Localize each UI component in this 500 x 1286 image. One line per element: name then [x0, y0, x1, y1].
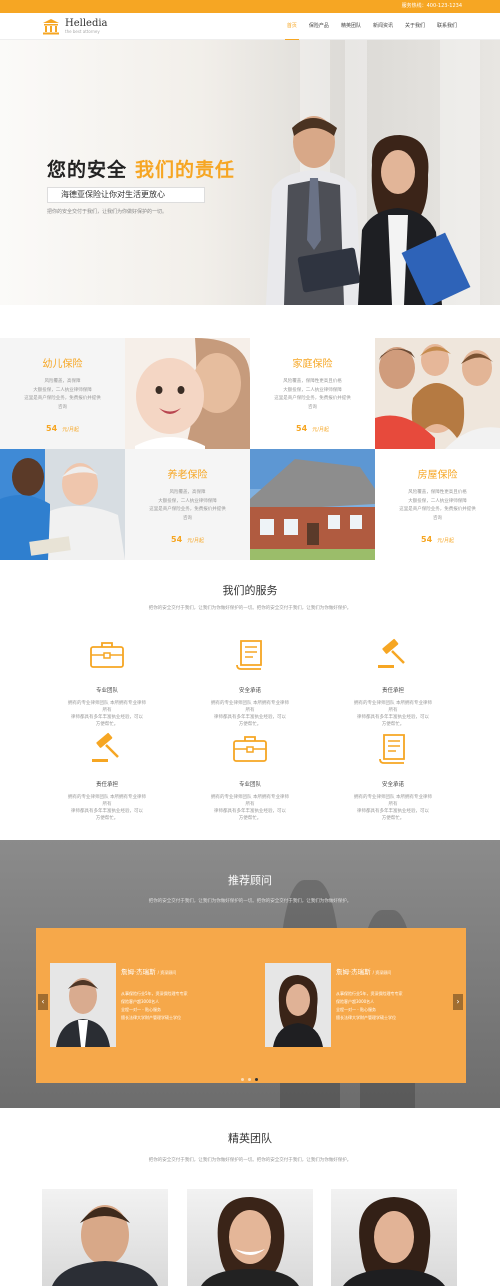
service-item: 责任承担 拥有的专业律师团队 本所拥有专业律师 所有 律师都具有多年丰富执业经验，… — [37, 729, 177, 822]
advisors-section: 推荐顾问 把你的安全交付于我们，让我们为你做好保护的一切。把你的安全交付于我们，… — [0, 840, 500, 1108]
elderly-image — [0, 449, 125, 560]
nav-team[interactable]: 精英团队 — [335, 13, 367, 40]
service-name: 责任承担 — [381, 688, 404, 694]
slider-dot[interactable] — [241, 1078, 244, 1081]
service-desc: 拥有的专业律师团队 本所拥有专业律师 所有 律师都具有多年丰富执业经验，可以 方便帮… — [211, 701, 289, 727]
service-name: 专业团队 — [238, 782, 261, 788]
team-member-photo[interactable] — [331, 1189, 457, 1286]
advisor-name: 詹姆·杰瑞斯 / 资深顾问 — [336, 968, 392, 976]
product-desc: 风险覆盖，高保障 大额投保，二人执业律师保障 这里是商户保险业务，免费报价并提供 咨询 — [24, 379, 101, 410]
house-image — [250, 449, 375, 560]
gavel-icon — [378, 638, 405, 668]
advisor-photo — [50, 963, 116, 1047]
product-price: 54 元/月起 — [171, 535, 204, 544]
gavel-icon — [92, 732, 119, 762]
service-item: 专业团队 拥有的专业律师团队 本所拥有专业律师 所有 律师都具有多年丰富执业经验，… — [180, 729, 320, 822]
service-item: 责任承担 拥有的专业律师团队 本所拥有专业律师 所有 律师都具有多年丰富执业经验，… — [323, 635, 463, 728]
product-grid: 幼儿保险 风险覆盖，高保障 大额投保，二人执业律师保障 这里是商户保险业务，免费报价… — [0, 338, 500, 560]
service-item: 安全承诺 拥有的专业律师团队 本所拥有专业律师 所有 律师都具有多年丰富执业经验，… — [323, 729, 463, 822]
services-desc: 把你的安全交付于我们，让我们为你做好保护的一切。把你的安全交付于我们，让我们为你… — [148, 606, 352, 611]
top-bar: 服务热线：400-123-1234 — [0, 0, 500, 13]
logo-name: Helledia — [65, 18, 108, 29]
hero-title: 您的安全 我们的责任 — [47, 155, 235, 182]
service-desc: 拥有的专业律师团队 本所拥有专业律师 所有 律师都具有多年丰富执业经验，可以 方便帮… — [211, 795, 289, 821]
nav-about[interactable]: 关于我们 — [399, 13, 431, 40]
hero-title-dark: 您的安全 — [47, 159, 128, 181]
service-name: 专业团队 — [95, 688, 118, 694]
slider-prev-button[interactable]: ‹ — [38, 994, 48, 1010]
advisor-photo — [265, 963, 331, 1047]
nav-home[interactable]: 首页 — [281, 13, 303, 40]
product-price: 54 元/月起 — [296, 424, 329, 433]
advisor-name: 詹姆·杰瑞斯 / 资深顾问 — [121, 968, 177, 976]
service-desc: 拥有的专业律师团队 本所拥有专业律师 所有 律师都具有多年丰富执业经验，可以 方便帮… — [68, 701, 146, 727]
team-title: 精英团队 — [228, 1132, 272, 1145]
product-price: 54 元/月起 — [46, 424, 79, 433]
slider-dot-active[interactable] — [255, 1078, 258, 1081]
logo-tagline: the best attorney — [65, 29, 100, 34]
product-desc: 风险覆盖，保障性更高且价格 大额投保，二人执业律师保障 这里是商户保险业务，免费报价… — [399, 490, 476, 521]
family-image — [375, 338, 500, 449]
product-price: 54 元/月起 — [421, 535, 454, 544]
scroll-icon — [379, 734, 405, 764]
briefcase-icon — [90, 642, 124, 668]
product-card[interactable]: 家庭保险 风险覆盖，保障性更高且价格 大额投保，二人执业律师保障 这里是商户保险业务… — [250, 338, 375, 449]
advisor-bio: 从事保险行业5年，资深保险理专专家 保险客户超3000名人 全程一对一 - 贴心服务… — [121, 991, 188, 1020]
courthouse-icon — [43, 19, 59, 35]
hero-subtext: 把你的安全交付于我们，让我们为你做好保护的一切。 — [47, 209, 168, 215]
service-item: 安全承诺 拥有的专业律师团队 本所拥有专业律师 所有 律师都具有多年丰富执业经验，… — [180, 635, 320, 728]
team-desc: 把你的安全交付于我们，让我们为你做好保护的一切。把你的安全交付于我们，让我们为你… — [148, 1158, 352, 1163]
service-item: 专业团队 拥有的专业律师团队 本所拥有专业律师 所有 律师都具有多年丰富执业经验，… — [37, 635, 177, 728]
business-couple-image — [266, 116, 471, 305]
advisors-title: 推荐顾问 — [228, 874, 272, 887]
advisor-slider: 詹姆·杰瑞斯 / 资深顾问 从事保险行业5年，资深保险理专专家 保险客户超3000… — [36, 928, 466, 1083]
hero-title-accent: 我们的责任 — [135, 159, 236, 181]
hotline-text: 服务热线：400-123-1234 — [401, 3, 462, 9]
nav-contact[interactable]: 联系我们 — [431, 13, 463, 40]
product-card[interactable]: 幼儿保险 风险覆盖，高保障 大额投保，二人执业律师保障 这里是商户保险业务，免费报价… — [0, 338, 125, 449]
nav-news[interactable]: 新闻资讯 — [367, 13, 399, 40]
product-name: 房屋保险 — [417, 470, 458, 481]
scroll-icon — [236, 640, 262, 670]
service-desc: 拥有的专业律师团队 本所拥有专业律师 所有 律师都具有多年丰富执业经验，可以 方便帮… — [354, 701, 432, 727]
service-name: 责任承担 — [95, 782, 118, 788]
service-desc: 拥有的专业律师团队 本所拥有专业律师 所有 律师都具有多年丰富执业经验，可以 方便帮… — [354, 795, 432, 821]
product-name: 养老保险 — [167, 470, 208, 481]
product-name: 家庭保险 — [292, 359, 333, 370]
slider-pagination — [241, 1078, 262, 1081]
product-card[interactable]: 养老保险 风险覆盖，高保障 大额投保，二人执业律师保障 这里是商户保险业务，免费报价… — [125, 449, 250, 560]
product-name: 幼儿保险 — [42, 359, 83, 370]
team-member-photo[interactable] — [187, 1189, 313, 1286]
team-member-photo[interactable] — [42, 1189, 168, 1286]
hero-banner: 您的安全 我们的责任 海德亚保险让你对生活更放心 把你的安全交付于我们，让我们为你… — [0, 40, 500, 305]
service-desc: 拥有的专业律师团队 本所拥有专业律师 所有 律师都具有多年丰富执业经验，可以 方便帮… — [68, 795, 146, 821]
main-nav: 首页 保险产品 精英团队 新闻资讯 关于我们 联系我们 — [281, 13, 463, 40]
baby-image — [125, 338, 250, 449]
service-name: 安全承诺 — [238, 688, 261, 694]
advisor-bio: 从事保险行业5年，资深保险理专专家 保险客户超3000名人 全程一对一 - 贴心服务… — [336, 991, 403, 1020]
slider-dot[interactable] — [248, 1078, 251, 1081]
advisors-desc: 把你的安全交付于我们，让我们为你做好保护的一切。把你的安全交付于我们，让我们为你… — [148, 899, 352, 904]
logo[interactable]: Helledia the best attorney — [42, 18, 108, 35]
product-desc: 风险覆盖，保障性更高且价格 大额投保，二人执业律师保障 这里是商户保险业务，免费报价… — [274, 379, 351, 410]
services-title: 我们的服务 — [222, 584, 278, 597]
product-card[interactable]: 房屋保险 风险覆盖，保障性更高且价格 大额投保，二人执业律师保障 这里是商户保险业务… — [375, 449, 500, 560]
slider-next-button[interactable]: › — [453, 994, 463, 1010]
hero-tagline: 海德亚保险让你对生活更放心 — [47, 187, 205, 203]
product-desc: 风险覆盖，高保障 大额投保，二人执业律师保障 这里是商户保险业务，免费报价并提供 咨询 — [149, 490, 226, 521]
briefcase-icon — [233, 736, 267, 762]
site-header: Helledia the best attorney 首页 保险产品 精英团队 … — [0, 13, 500, 40]
nav-products[interactable]: 保险产品 — [303, 13, 335, 40]
service-name: 安全承诺 — [381, 782, 404, 788]
